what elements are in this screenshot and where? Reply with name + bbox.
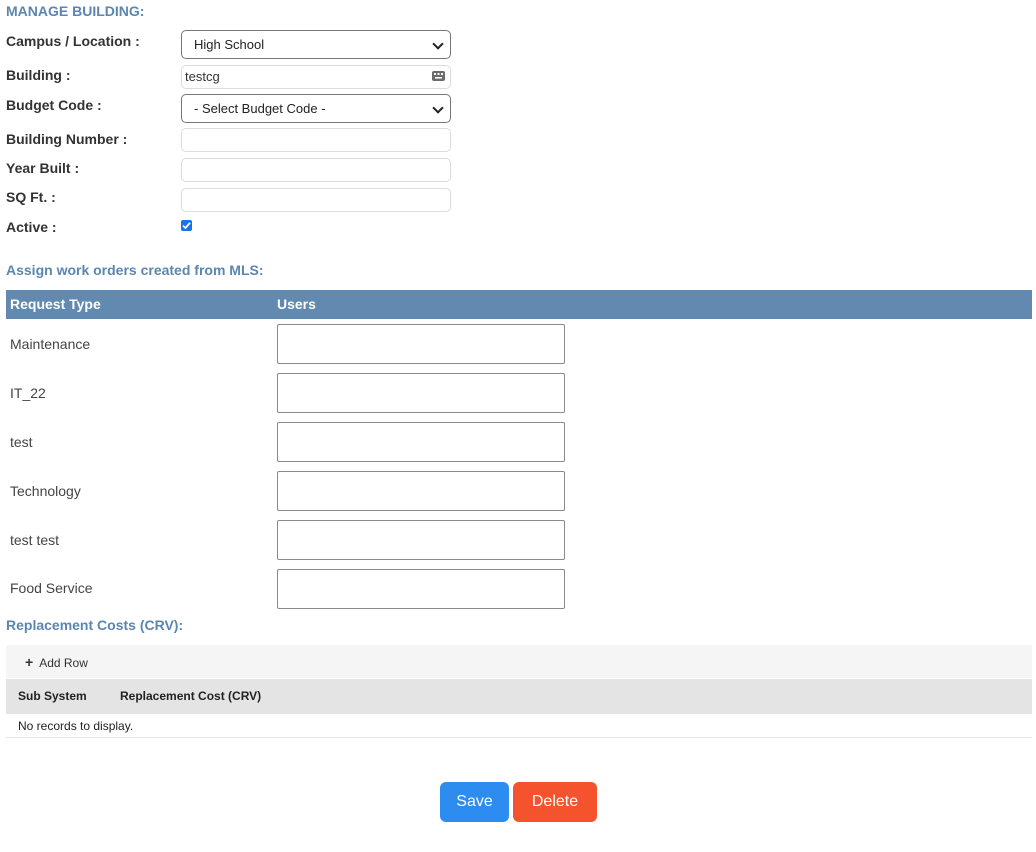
column-users: Users [277, 296, 316, 312]
building-number-label: Building Number : [6, 131, 128, 147]
year-built-label: Year Built : [6, 160, 80, 176]
sq-ft-input[interactable] [181, 188, 451, 212]
save-button[interactable]: Save [440, 782, 509, 822]
crv-grid-header: Sub System Replacement Cost (CRV) [6, 679, 1032, 714]
chevron-down-icon [432, 38, 444, 50]
year-built-input[interactable] [181, 158, 451, 182]
request-type-label: Food Service [10, 580, 93, 596]
checkmark-icon [182, 222, 191, 230]
assign-table-header: Request Type Users [6, 290, 1032, 319]
sq-ft-label: SQ Ft. : [6, 189, 56, 205]
campus-select-value: High School [194, 37, 265, 52]
budget-code-select-value: - Select Budget Code - [194, 101, 326, 116]
users-input[interactable] [277, 422, 565, 462]
users-input[interactable] [277, 569, 565, 609]
budget-code-label: Budget Code : [6, 97, 102, 113]
chevron-down-icon [432, 102, 444, 114]
users-input[interactable] [277, 324, 565, 364]
request-type-label: test [10, 434, 33, 450]
building-number-input[interactable] [181, 128, 451, 152]
campus-select[interactable]: High School [181, 30, 451, 59]
add-row-button[interactable]: + Add Row [25, 654, 88, 670]
delete-button[interactable]: Delete [513, 782, 597, 822]
users-input[interactable] [277, 471, 565, 511]
column-request-type: Request Type [10, 296, 101, 312]
request-type-label: IT_22 [10, 385, 46, 401]
column-sub-system[interactable]: Sub System [18, 689, 87, 703]
assign-section-title: Assign work orders created from MLS: [6, 262, 264, 278]
budget-code-select[interactable]: - Select Budget Code - [181, 94, 451, 123]
users-input[interactable] [277, 373, 565, 413]
campus-label: Campus / Location : [6, 33, 140, 49]
request-type-label: test test [10, 532, 60, 548]
active-checkbox[interactable] [181, 220, 192, 231]
building-input[interactable]: testcg [181, 65, 451, 89]
building-input-value: testcg [185, 69, 220, 84]
add-row-label: Add Row [39, 656, 88, 670]
building-label: Building : [6, 67, 71, 83]
page-title: MANAGE BUILDING: [6, 3, 145, 19]
divider [6, 737, 1032, 738]
request-type-label: Maintenance [10, 336, 91, 352]
request-type-label: Technology [10, 483, 81, 499]
column-replacement-cost[interactable]: Replacement Cost (CRV) [120, 689, 261, 703]
no-records-message: No records to display. [18, 719, 134, 733]
crv-section-title: Replacement Costs (CRV): [6, 617, 184, 633]
keyboard-icon[interactable] [432, 70, 445, 83]
active-label: Active : [6, 219, 57, 235]
users-input[interactable] [277, 520, 565, 560]
crv-toolbar: + Add Row [6, 645, 1032, 678]
plus-icon: + [25, 654, 34, 670]
